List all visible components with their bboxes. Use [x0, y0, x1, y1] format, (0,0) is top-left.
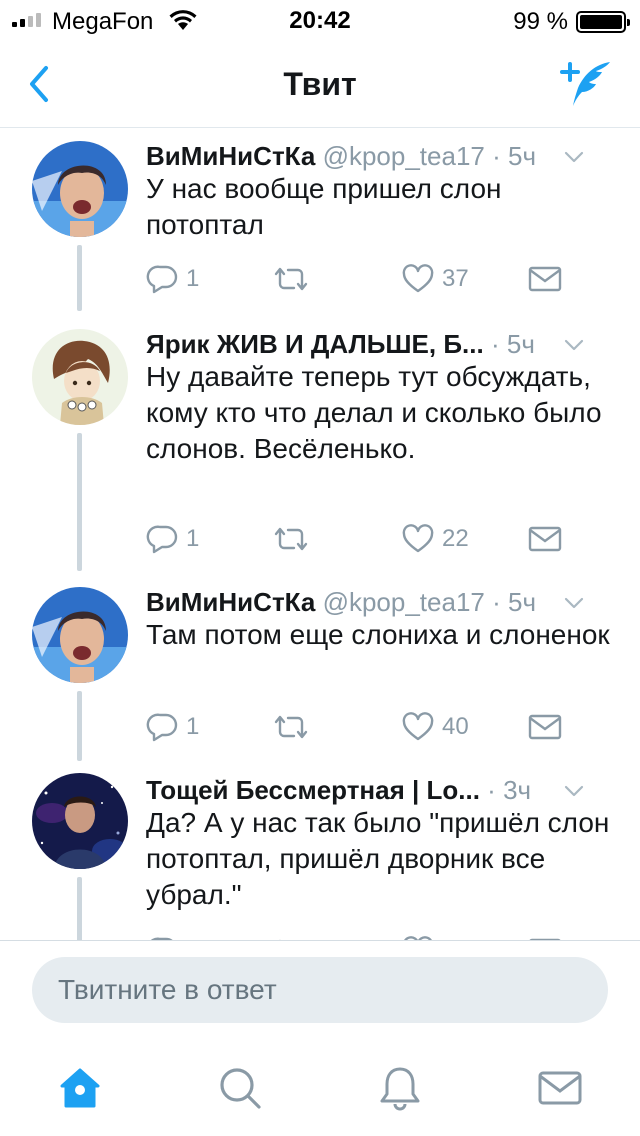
reply-count: 1: [186, 525, 200, 552]
battery-percent: 99 %: [513, 8, 568, 35]
avatar[interactable]: [32, 141, 128, 237]
retweet-button[interactable]: [272, 931, 310, 940]
tweet-time: 3ч: [503, 775, 532, 805]
tab-bar: [0, 1044, 640, 1136]
tweet-header: ВиМиНиСтКа @kpop_tea17 · 5ч: [146, 141, 616, 171]
tweet-actions: [146, 931, 576, 940]
tweet-actions: 1 40: [146, 707, 576, 747]
reply-icon: [146, 265, 178, 294]
like-button[interactable]: 37: [402, 259, 469, 299]
reply-icon: [146, 525, 178, 554]
chevron-down-icon[interactable]: [562, 145, 586, 169]
envelope-icon: [528, 526, 562, 552]
tweet-time: 5ч: [508, 587, 537, 617]
chevron-down-icon[interactable]: [562, 591, 586, 615]
tab-messages[interactable]: [536, 1064, 584, 1112]
reply-button[interactable]: 1: [146, 519, 199, 559]
separator-dot: ·: [490, 329, 500, 359]
tweet-text: Ну давайте теперь тут обсуждать, кому кт…: [146, 361, 602, 464]
author-name[interactable]: ВиМиНиСтКа: [146, 587, 315, 617]
avatar[interactable]: [32, 587, 128, 683]
like-count: 40: [442, 713, 469, 740]
tweet-text: Да? А у нас так было "пришёл слон потопт…: [146, 807, 610, 910]
author-name[interactable]: Ярик ЖИВ И ДАЛЬШЕ, Б...: [146, 329, 484, 359]
heart-icon: [402, 264, 434, 293]
envelope-icon: [528, 714, 562, 740]
reply-count: 1: [186, 713, 200, 740]
avatar[interactable]: [32, 329, 128, 425]
avatar[interactable]: [32, 773, 128, 869]
tweet-item[interactable]: Тощей Бессмертная | Lo... · 3ч Да? А у н…: [0, 763, 640, 940]
tab-search[interactable]: [216, 1064, 264, 1112]
author-name[interactable]: Тощей Бессмертная | Lo...: [146, 775, 480, 805]
tab-notifications[interactable]: [376, 1064, 424, 1112]
search-icon: [220, 1068, 261, 1109]
page-title: Твит: [283, 66, 357, 102]
tweet-text: Там потом еще слониха и слоненок: [146, 619, 610, 650]
retweet-button[interactable]: [272, 259, 318, 299]
tweet-time: 5ч: [508, 141, 537, 171]
direct-message-button[interactable]: [528, 519, 562, 559]
tweet-header: ВиМиНиСтКа @kpop_tea17 · 5ч: [146, 587, 616, 617]
tweet-item[interactable]: Ярик ЖИВ И ДАЛЬШЕ, Б... · 5ч Ну давайте …: [0, 317, 640, 571]
tweet-text: У нас вообще пришел слон потоптал: [146, 173, 502, 240]
tweet-item[interactable]: ВиМиНиСтКа @kpop_tea17 · 5ч У нас вообще…: [0, 129, 640, 311]
battery-icon: [576, 11, 630, 33]
author-name[interactable]: ВиМиНиСтКа: [146, 141, 315, 171]
like-button[interactable]: 40: [402, 707, 469, 747]
home-icon: [60, 1068, 100, 1108]
tweet-item[interactable]: ВиМиНиСтКа @kpop_tea17 · 5ч Там потом ещ…: [0, 575, 640, 761]
direct-message-button[interactable]: [528, 707, 562, 747]
like-count: 37: [442, 265, 469, 292]
tab-home[interactable]: [56, 1064, 104, 1112]
chevron-down-icon[interactable]: [562, 333, 586, 357]
like-button[interactable]: [402, 931, 434, 940]
retweet-icon: [274, 527, 308, 551]
thread-line: [77, 877, 82, 940]
status-bar: MegaFon 20:42 99 %: [0, 0, 640, 40]
reply-composer: [0, 940, 640, 1044]
retweet-button[interactable]: [272, 519, 318, 559]
thread-line: [77, 691, 82, 761]
like-count: 22: [442, 525, 469, 552]
thread-line: [77, 433, 82, 571]
tweet-actions: 1 37: [146, 259, 576, 299]
separator-dot: ·: [492, 587, 501, 617]
reply-button[interactable]: [146, 931, 178, 940]
messages-envelope-icon: [538, 1071, 582, 1105]
compose-tweet-button[interactable]: [558, 58, 614, 110]
tweet-header: Тощей Бессмертная | Lo... · 3ч: [146, 775, 616, 805]
tweet-actions: 1 22: [146, 519, 576, 559]
retweet-button[interactable]: [272, 707, 318, 747]
heart-icon: [402, 712, 434, 741]
like-button[interactable]: 22: [402, 519, 469, 559]
compose-tweet-icon: [560, 62, 610, 106]
reply-button[interactable]: 1: [146, 259, 199, 299]
retweet-icon: [274, 267, 308, 291]
author-handle[interactable]: @kpop_tea17: [323, 141, 485, 171]
author-handle[interactable]: @kpop_tea17: [323, 587, 485, 617]
nav-bar: Твит: [0, 40, 640, 128]
notifications-bell-icon: [380, 1067, 420, 1111]
tweet-time: 5ч: [506, 329, 535, 359]
chevron-down-icon[interactable]: [562, 779, 586, 803]
heart-icon: [402, 524, 434, 553]
direct-message-button[interactable]: [528, 931, 562, 940]
reply-icon: [146, 713, 178, 742]
reply-input[interactable]: [32, 957, 608, 1023]
thread-line: [77, 245, 82, 311]
separator-dot: ·: [492, 141, 501, 171]
reply-count: 1: [186, 265, 200, 292]
tweet-header: Ярик ЖИВ И ДАЛЬШЕ, Б... · 5ч: [146, 329, 616, 359]
reply-button[interactable]: 1: [146, 707, 199, 747]
envelope-icon: [528, 266, 562, 292]
direct-message-button[interactable]: [528, 259, 562, 299]
reply-thread: ВиМиНиСтКа @kpop_tea17 · 5ч У нас вообще…: [0, 129, 640, 940]
retweet-icon: [274, 715, 308, 739]
separator-dot: ·: [487, 775, 496, 805]
